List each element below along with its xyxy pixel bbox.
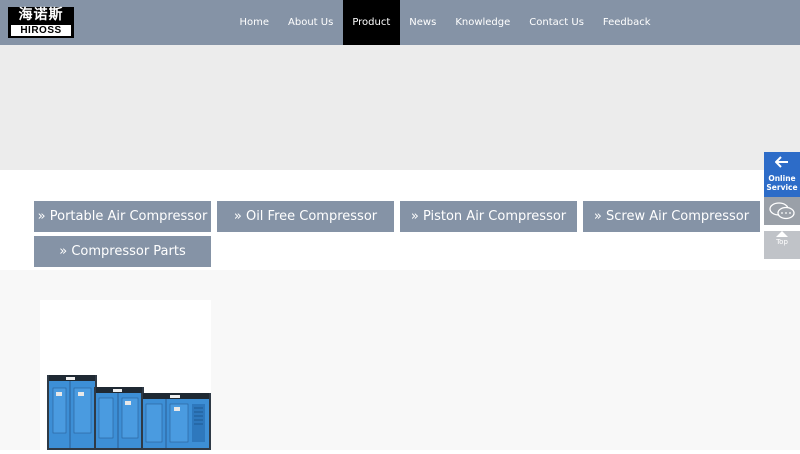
- product-list: [0, 270, 800, 450]
- compressor-unit-middle: [94, 387, 144, 450]
- category-list: » Portable Air Compressor » Oil Free Com…: [0, 170, 800, 270]
- floating-service-bar: Online Service Top: [764, 152, 800, 259]
- logo-chinese-text: 海诺斯: [18, 7, 64, 23]
- nav-contact-us[interactable]: Contact Us: [520, 0, 594, 45]
- back-to-top-label: Top: [776, 238, 788, 246]
- category-piston-air-compressor[interactable]: » Piston Air Compressor: [400, 201, 577, 232]
- nav-about-us[interactable]: About Us: [279, 0, 343, 45]
- compressor-unit-left: [47, 375, 97, 450]
- compressor-unit-right: [141, 393, 211, 450]
- banner: [0, 45, 800, 170]
- chat-bubble-icon: [769, 202, 795, 220]
- category-oil-free-compressor[interactable]: » Oil Free Compressor: [217, 201, 394, 232]
- chat-button[interactable]: [764, 197, 800, 225]
- product-card[interactable]: [40, 300, 211, 450]
- site-header: 海诺斯 HIROSS Home About Us Product News Kn…: [0, 0, 800, 45]
- category-screw-air-compressor[interactable]: » Screw Air Compressor: [583, 201, 760, 232]
- category-portable-air-compressor[interactable]: » Portable Air Compressor: [34, 201, 211, 232]
- logo-english-text: HIROSS: [11, 25, 71, 36]
- online-service-label-line1: Online: [768, 174, 796, 183]
- nav-product[interactable]: Product: [342, 0, 400, 45]
- nav-home[interactable]: Home: [230, 0, 279, 45]
- category-compressor-parts[interactable]: » Compressor Parts: [34, 236, 211, 267]
- nav-knowledge[interactable]: Knowledge: [446, 0, 520, 45]
- nav-feedback[interactable]: Feedback: [593, 0, 660, 45]
- product-image: [47, 375, 211, 450]
- arrow-left-icon: [764, 152, 800, 174]
- logo[interactable]: 海诺斯 HIROSS: [8, 7, 74, 38]
- main-nav: Home About Us Product News Knowledge Con…: [230, 0, 660, 45]
- online-service-button[interactable]: Online Service: [764, 152, 800, 197]
- nav-news[interactable]: News: [400, 0, 446, 45]
- online-service-label-line2: Service: [766, 183, 798, 192]
- back-to-top-button[interactable]: Top: [764, 231, 800, 259]
